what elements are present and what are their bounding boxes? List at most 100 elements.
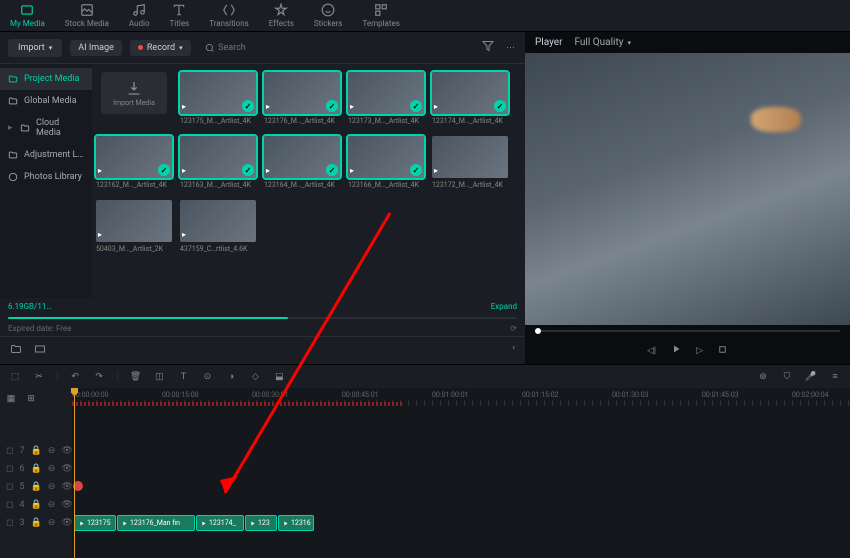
media-item-name: 123176_M…_Artlist_4K [264, 114, 340, 128]
ruler-mark: 00:00:15:00 [162, 391, 199, 399]
lock-icon[interactable]: 🔒 [31, 500, 42, 510]
marker-icon[interactable]: ⬓ [272, 372, 286, 382]
record-button[interactable]: Record▾ [130, 40, 191, 56]
track-toggle[interactable]: ◻ [6, 482, 13, 492]
track-toggle[interactable]: ◻ [6, 500, 13, 510]
folder-icon [8, 74, 18, 84]
media-thumb[interactable]: ▸✓ [432, 72, 508, 114]
refresh-icon[interactable]: ⟳ [510, 324, 517, 333]
track-toggle[interactable]: ◻ [6, 464, 13, 474]
filter-icon[interactable] [480, 38, 496, 57]
mixer-icon[interactable]: ≡ [828, 371, 842, 382]
import-button[interactable]: Import▾ [8, 39, 62, 57]
undo-icon[interactable]: ↶ [68, 372, 82, 382]
shield-icon[interactable]: ⛉ [780, 372, 794, 382]
text-icon[interactable]: T [176, 372, 190, 382]
import-media-tile[interactable]: Import Media [101, 72, 167, 114]
ruler-mark: 00:01:00:01 [432, 391, 469, 399]
crop-icon[interactable]: ◫ [152, 372, 166, 382]
lock-icon[interactable]: 🔒 [31, 482, 42, 492]
next-frame-icon[interactable]: ▷ [696, 346, 703, 356]
sidebar-adjustment[interactable]: Adjustment L… [0, 144, 92, 166]
timeline-clip[interactable]: 123 [245, 515, 277, 531]
color-icon[interactable]: ◑ [224, 371, 238, 382]
ai-image-button[interactable]: AI Image [70, 40, 122, 56]
media-item-name: 437159_C…rtlist_4.6K [180, 242, 256, 256]
lock-icon[interactable]: 🔒 [31, 464, 42, 474]
timeline-clip[interactable]: 12316 [278, 515, 314, 531]
timeline-clip[interactable]: 123174_ [196, 515, 244, 531]
sidebar-photos[interactable]: Photos Library [0, 166, 92, 188]
tab-stock-media[interactable]: Stock Media [55, 0, 119, 31]
delete-icon[interactable]: 🗑 [128, 372, 142, 382]
media-thumb[interactable]: ▸✓ [264, 72, 340, 114]
expand-link[interactable]: Expand [491, 302, 517, 311]
media-thumb[interactable]: ▸✓ [180, 136, 256, 178]
timeline-clip[interactable]: 123175 [74, 515, 116, 531]
player-label: Player [535, 37, 562, 48]
tab-audio[interactable]: Audio [119, 0, 160, 31]
tab-effects[interactable]: Effects [259, 0, 304, 31]
ruler-mark: 00:02:00:04 [792, 391, 829, 399]
lock-icon[interactable]: 🔒 [31, 518, 42, 528]
expire-text: Expired date: Free [8, 324, 71, 333]
more-icon[interactable]: ⋯ [504, 41, 517, 55]
media-thumb[interactable]: ▸✓ [264, 136, 340, 178]
media-thumb[interactable]: ▸ [180, 200, 256, 242]
preview-viewport[interactable] [525, 53, 850, 325]
mute-icon[interactable]: ⊖ [48, 464, 56, 474]
timeline-clip[interactable]: 123176_Man fin [117, 515, 195, 531]
track-num: 7 [19, 446, 24, 456]
new-folder-icon[interactable] [8, 341, 24, 360]
media-thumb[interactable]: ▸✓ [348, 136, 424, 178]
media-thumb[interactable]: ▸ [96, 200, 172, 242]
search-input[interactable] [199, 40, 472, 56]
speed-icon[interactable]: ⊙ [200, 372, 214, 382]
media-thumb[interactable]: ▸ [432, 136, 508, 178]
visibility-icon[interactable]: 👁 [61, 518, 72, 528]
mute-icon[interactable]: ⊖ [48, 482, 56, 492]
folder-icon[interactable] [32, 341, 48, 360]
tab-my-media[interactable]: My Media [0, 0, 55, 31]
render-icon[interactable]: ⊛ [756, 372, 770, 382]
tab-templates[interactable]: Templates [352, 0, 409, 31]
tab-transitions[interactable]: Transitions [199, 0, 259, 31]
sidebar-project-media[interactable]: Project Media [0, 68, 92, 90]
redo-icon[interactable]: ↷ [92, 372, 106, 382]
mute-icon[interactable]: ⊖ [48, 500, 56, 510]
visibility-icon[interactable]: 👁 [61, 446, 72, 456]
tab-stickers[interactable]: Stickers [304, 0, 353, 31]
media-thumb[interactable]: ▸✓ [96, 136, 172, 178]
lock-icon[interactable]: 🔒 [31, 446, 42, 456]
media-item-name: 50403_M…_Artlist_2K [96, 242, 172, 256]
playhead[interactable] [74, 388, 75, 558]
timeline-mode-a-icon[interactable]: ▦ [4, 392, 18, 406]
play-icon[interactable] [670, 343, 682, 358]
tab-titles[interactable]: Titles [160, 0, 200, 31]
prev-frame-icon[interactable]: ◁| [647, 346, 656, 356]
select-tool-icon[interactable]: ⬚ [8, 372, 22, 382]
scrubber[interactable] [525, 325, 850, 337]
media-item-name: 123174_M…_Artlist_4K [432, 114, 508, 128]
collapse-icon[interactable]: ‹ [510, 341, 517, 360]
timeline-mode-b-icon[interactable]: ⊞ [24, 392, 38, 406]
cut-tool-icon[interactable]: ✂ [32, 372, 46, 382]
track-toggle[interactable]: ◻ [6, 518, 13, 528]
quality-select[interactable]: Full Quality▾ [574, 37, 631, 48]
media-thumb[interactable]: ▸✓ [180, 72, 256, 114]
mute-icon[interactable]: ⊖ [48, 518, 56, 528]
track-toggle[interactable]: ◻ [6, 446, 13, 456]
sidebar-cloud-media[interactable]: ▸Cloud Media [0, 112, 92, 144]
visibility-icon[interactable]: 👁 [61, 482, 72, 492]
stop-icon[interactable] [717, 344, 728, 358]
media-thumb[interactable]: ▸✓ [348, 72, 424, 114]
media-item-name: 123166_M…_Artlist_4K [348, 178, 424, 192]
timeline-ruler[interactable]: 00:00:00:0000:00:15:0000:00:30:0100:00:4… [72, 388, 850, 408]
mic-icon[interactable]: 🎤 [804, 372, 818, 382]
visibility-icon[interactable]: 👁 [61, 500, 72, 510]
mute-icon[interactable]: ⊖ [48, 446, 56, 456]
sidebar-global-media[interactable]: Global Media [0, 90, 92, 112]
search-icon [205, 43, 214, 53]
keyframe-icon[interactable]: ◇ [248, 372, 262, 382]
visibility-icon[interactable]: 👁 [61, 464, 72, 474]
